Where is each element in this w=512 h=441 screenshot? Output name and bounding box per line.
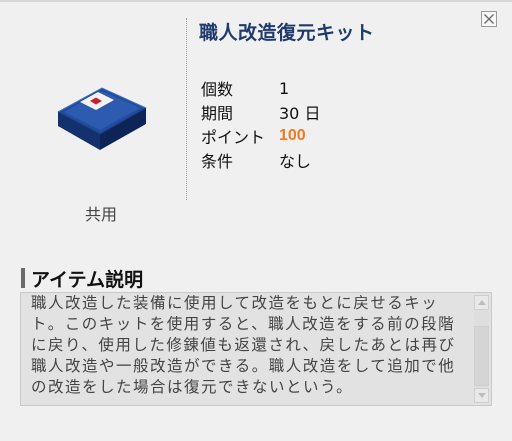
- close-icon: [484, 14, 494, 24]
- description-header: アイテム説明: [21, 266, 144, 291]
- item-properties: 個数 1 期間 30 日 ポイント 100 条件 なし: [201, 76, 320, 172]
- property-row-condition: 条件 なし: [201, 148, 320, 172]
- points-value: 100: [279, 127, 306, 144]
- scroll-down-button[interactable]: [474, 388, 489, 403]
- description-box: 職人改造した装備に使用して改造をもとに戻せるキット。このキットを使用すると、職人…: [20, 292, 492, 406]
- property-value: なし: [279, 152, 312, 171]
- arrow-up-icon: [478, 300, 486, 305]
- property-value: 1: [279, 78, 290, 98]
- description-title: アイテム説明: [31, 268, 144, 291]
- header-bar-marker: [21, 268, 25, 288]
- close-button[interactable]: [481, 11, 497, 27]
- scroll-track[interactable]: [474, 310, 489, 388]
- item-detail-window: 共用 職人改造復元キット 個数 1 期間 30 日 ポイント 100 条件 なし…: [0, 0, 512, 441]
- property-row-points: ポイント 100: [201, 124, 320, 148]
- property-label: 個数: [201, 80, 234, 99]
- description-scrollbar[interactable]: [474, 295, 489, 403]
- property-row-period: 期間 30 日: [201, 100, 320, 124]
- vertical-divider: [186, 18, 187, 200]
- window-top-border: [0, 0, 512, 2]
- property-label: ポイント: [201, 128, 266, 147]
- property-row-quantity: 個数 1: [201, 76, 320, 100]
- item-title: 職人改造復元キット: [199, 22, 375, 44]
- scroll-up-button[interactable]: [474, 295, 489, 310]
- scroll-thumb[interactable]: [474, 326, 489, 386]
- property-label: 期間: [201, 104, 234, 123]
- arrow-down-icon: [478, 393, 486, 398]
- property-label: 条件: [201, 152, 234, 171]
- description-text: 職人改造した装備に使用して改造をもとに戻せるキット。このキットを使用すると、職人…: [31, 294, 456, 396]
- property-value: 30 日: [279, 104, 321, 123]
- item-category: 共用: [84, 205, 117, 224]
- blue-box-kit-icon: [57, 87, 147, 150]
